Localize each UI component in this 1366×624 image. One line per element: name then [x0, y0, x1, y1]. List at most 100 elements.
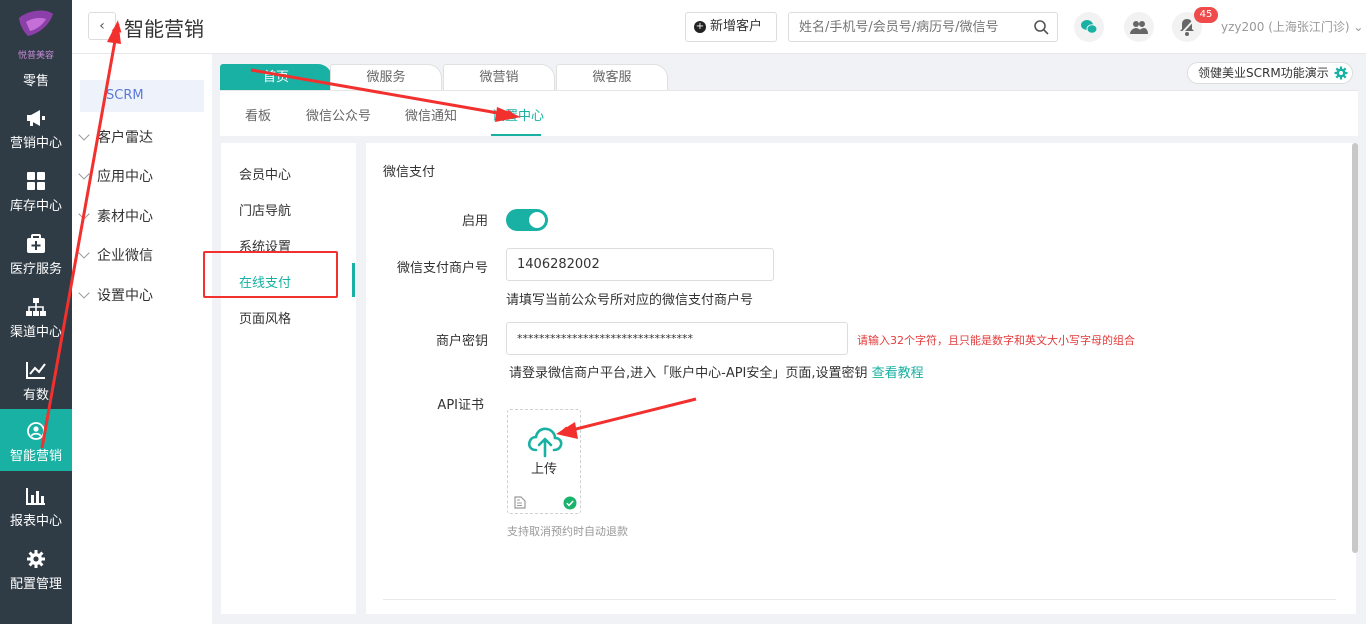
nav-retail[interactable]: 零售	[0, 70, 72, 89]
subtab-official-account[interactable]: 微信公众号	[306, 105, 371, 124]
payment-form-panel: 微信支付 启用 微信支付商户号 1406282002 请填写当前公众号所对应的微…	[366, 143, 1356, 614]
nav-label: 渠道中心	[9, 325, 62, 340]
chevron-left-icon: ‹	[99, 18, 105, 34]
cert-note: 支持取消预约时自动退款	[507, 525, 628, 538]
user-name: yzy200 (上海张江门诊)	[1221, 20, 1350, 34]
settings-item-store-nav[interactable]: 门店导航	[239, 200, 291, 219]
brand-logo[interactable]: 悦普美容	[12, 8, 60, 64]
nav-label: 医疗服务	[9, 262, 62, 277]
sub-tab-bar: 看板 微信公众号 微信通知 设置中心	[220, 90, 1358, 136]
nav-report-center[interactable]: 报表中心	[0, 474, 72, 536]
back-button[interactable]: ‹	[88, 12, 116, 40]
menu-group-material-center[interactable]: 素材中心	[78, 206, 153, 226]
subtab-settings-center[interactable]: 设置中心	[492, 105, 544, 124]
active-tab-indicator	[491, 134, 541, 136]
notification-badge: 45	[1194, 7, 1218, 23]
view-tutorial-link[interactable]: 查看教程	[872, 366, 924, 381]
key-error-message: 请输入32个字符，且只能是数字和英文大小写字母的组合	[857, 334, 1135, 347]
toggle-knob	[529, 212, 545, 228]
merchant-id-hint: 请填写当前公众号所对应的微信支付商户号	[506, 293, 754, 308]
cloud-upload-icon	[527, 427, 563, 458]
tab-bar: 首页 微服务 微营销 微客服 领健美业SCRM功能演示	[220, 62, 1358, 90]
tab-home[interactable]: 首页	[220, 64, 332, 90]
annotation-highlight-box	[203, 251, 338, 298]
org-tree-icon	[26, 298, 46, 316]
add-customer-label: 新增客户	[710, 19, 763, 34]
logo-icon	[19, 10, 53, 36]
active-item-indicator	[352, 263, 355, 297]
chevron-down-icon	[78, 168, 90, 180]
tab-micro-service[interactable]: 微服务	[330, 64, 442, 90]
menu-group-label: 客户雷达	[97, 130, 153, 146]
chevron-down-icon	[78, 287, 90, 299]
nav-label: 营销中心	[9, 136, 62, 151]
group-users-icon	[1130, 21, 1148, 34]
demo-label: 领健美业SCRM功能演示	[1198, 66, 1329, 80]
nav-label: 有数	[22, 388, 49, 403]
menu-group-label: 设置中心	[97, 288, 153, 304]
nav-marketing-center[interactable]: 营销中心	[0, 96, 72, 158]
search-input[interactable]	[789, 13, 1019, 41]
upload-label: 上传	[530, 462, 557, 477]
nav-youshu[interactable]: 有数	[0, 348, 72, 410]
merchant-key-field[interactable]: ********************************	[506, 322, 848, 355]
nav-label: 报表中心	[9, 514, 62, 529]
nav-label: 智能营销	[9, 449, 62, 464]
key-hint: 请登录微信商户平台,进入「账户中心-API安全」页面,设置密钥 查看教程	[509, 362, 924, 381]
settings-item-page-style[interactable]: 页面风格	[239, 308, 291, 327]
file-icon	[514, 496, 526, 509]
scrm-demo-button[interactable]: 领健美业SCRM功能演示	[1187, 62, 1353, 84]
enable-label: 启用	[461, 214, 488, 229]
chevron-down-icon	[78, 247, 90, 259]
nav-inventory-center[interactable]: 库存中心	[0, 159, 72, 221]
secondary-menu: SCRM 客户雷达 应用中心 素材中心 企业微信 设置中心	[72, 54, 212, 624]
menu-group-customer-radar[interactable]: 客户雷达	[78, 127, 153, 147]
merchant-id-field[interactable]: 1406282002	[506, 248, 774, 281]
tab-micro-support[interactable]: 微客服	[556, 64, 668, 90]
add-customer-button[interactable]: + 新增客户	[685, 12, 777, 42]
subtab-dashboard[interactable]: 看板	[245, 105, 271, 124]
team-button[interactable]	[1124, 12, 1154, 42]
content-scrollbar[interactable]	[1352, 143, 1358, 553]
subtab-wechat-notice[interactable]: 微信通知	[405, 105, 457, 124]
wechat-button[interactable]	[1074, 12, 1104, 42]
user-menu[interactable]: yzy200 (上海张江门诊) ⌄	[1221, 18, 1363, 35]
nav-config-management[interactable]: 配置管理	[0, 537, 72, 599]
nav-smart-marketing[interactable]: 智能营销	[0, 409, 72, 471]
gear-icon	[27, 550, 45, 568]
menu-group-settings-center[interactable]: 设置中心	[78, 285, 153, 305]
bell-muted-icon	[1179, 19, 1195, 36]
megaphone-icon	[27, 110, 45, 126]
menu-group-label: 企业微信	[97, 248, 153, 264]
chevron-down-icon	[78, 129, 90, 141]
page-title: 智能营销	[124, 17, 204, 41]
api-cert-label: API证书	[437, 398, 484, 413]
menu-group-wecom[interactable]: 企业微信	[78, 245, 153, 265]
settings-item-member-center[interactable]: 会员中心	[239, 164, 291, 183]
nav-label: 库存中心	[9, 199, 62, 214]
gear-icon	[1334, 66, 1348, 80]
bar-chart-icon	[26, 488, 45, 505]
medical-kit-icon	[27, 234, 45, 253]
wechat-icon	[1081, 20, 1098, 34]
key-label: 商户密钥	[435, 334, 488, 349]
plus-icon: +	[694, 21, 706, 33]
chevron-down-icon	[78, 208, 90, 220]
menu-group-label: 素材中心	[97, 209, 153, 225]
settings-menu: 会员中心 门店导航 系统设置 在线支付 页面风格	[221, 143, 356, 614]
divider	[383, 599, 1336, 600]
nav-medical-service[interactable]: 医疗服务	[0, 222, 72, 284]
section-title: 微信支付	[383, 165, 436, 180]
grid-icon	[27, 172, 45, 190]
tab-micro-marketing[interactable]: 微营销	[443, 64, 555, 90]
top-header: ‹ 智能营销 + 新增客户 45 yzy200 (上海张江门诊) ⌄	[72, 0, 1366, 54]
cert-upload-box[interactable]: 上传	[507, 409, 581, 514]
trend-chart-icon	[26, 362, 46, 379]
main-sidebar: 悦普美容 零售 营销中心 库存中心 医疗服务 渠道中心 有数 智能营销 报表中心…	[0, 0, 72, 624]
nav-channel-center[interactable]: 渠道中心	[0, 285, 72, 347]
enable-toggle[interactable]	[506, 209, 548, 231]
menu-item-scrm[interactable]: SCRM	[80, 80, 204, 112]
search-icon[interactable]	[1033, 19, 1049, 35]
search-box	[788, 12, 1058, 42]
menu-group-app-center[interactable]: 应用中心	[78, 166, 153, 186]
